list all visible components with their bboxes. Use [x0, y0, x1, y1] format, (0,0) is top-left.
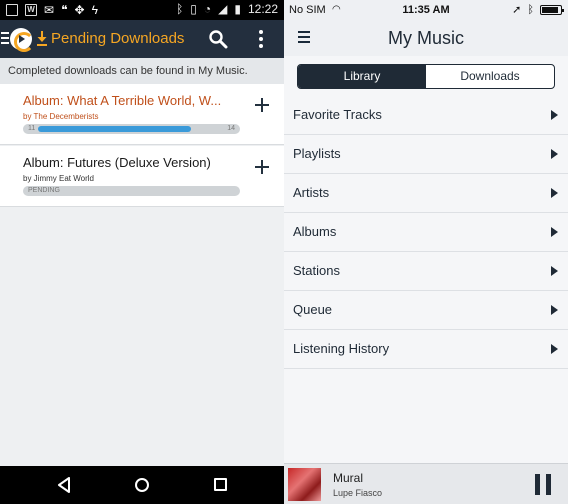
menu-item-label: Queue: [293, 302, 333, 317]
menu-item-label: Playlists: [293, 146, 341, 161]
vibrate-icon: ▯: [190, 2, 197, 16]
download-progress-bar: 11 14: [23, 124, 240, 134]
app-bar: Pending Downloads: [0, 20, 284, 58]
dropbox-icon: ✥: [74, 3, 85, 17]
recents-icon[interactable]: [214, 478, 227, 491]
progress-end-label: 14: [227, 125, 235, 132]
menu-item-favorite-tracks[interactable]: Favorite Tracks: [284, 96, 568, 135]
menu-item-listening-history[interactable]: Listening History: [284, 330, 568, 369]
home-icon[interactable]: [135, 478, 149, 492]
tab-downloads[interactable]: Downloads: [426, 65, 554, 88]
chevron-right-icon: [551, 188, 558, 198]
progress-start-label: 11: [28, 125, 36, 132]
tab-library[interactable]: Library: [298, 65, 426, 88]
menu-item-label: Artists: [293, 185, 330, 200]
chevron-right-icon: [551, 305, 558, 315]
android-status-bar: W ✉ ❝ ✥ ϟ ᛒ ▯ ◔ ◢ ▮ 12:22: [0, 0, 284, 20]
overflow-menu-icon[interactable]: [258, 30, 264, 48]
download-item[interactable]: Album: Futures (Deluxe Version) by Jimmy…: [0, 146, 284, 207]
drawer-icon[interactable]: [1, 32, 9, 47]
chevron-right-icon: [551, 149, 558, 159]
menu-item-playlists[interactable]: Playlists: [284, 135, 568, 174]
segmented-control: Library Downloads: [297, 64, 555, 89]
now-playing-track: Mural: [333, 471, 364, 485]
wifi-icon: ◔: [203, 2, 212, 16]
album-artist: by The Decemberists: [23, 112, 99, 121]
add-icon[interactable]: [255, 160, 269, 174]
download-icon: [37, 31, 47, 46]
hangouts-icon: ❝: [61, 3, 68, 17]
page-title: Pending Downloads: [51, 30, 185, 47]
flash-icon: ϟ: [91, 3, 98, 17]
download-item[interactable]: Album: What A Terrible World, W... by Th…: [0, 84, 284, 145]
info-banner: Completed downloads can be found in My M…: [0, 58, 284, 84]
menu-item-stations[interactable]: Stations: [284, 252, 568, 291]
chevron-right-icon: [551, 266, 558, 276]
progress-fill: [38, 126, 191, 132]
album-artist: by Jimmy Eat World: [23, 174, 94, 183]
w-icon: W: [25, 4, 37, 16]
album-art[interactable]: [288, 468, 321, 501]
library-menu: Favorite Tracks Playlists Artists Albums…: [284, 96, 568, 369]
battery-icon: ▮: [234, 2, 241, 16]
battery-icon: [540, 4, 564, 15]
ios-panel: No SIM ◠ 11:35 AM ➚ ᛒ My Music Library D…: [284, 0, 568, 504]
menu-item-label: Albums: [293, 224, 337, 239]
image-icon: [6, 4, 18, 16]
menu-item-queue[interactable]: Queue: [284, 291, 568, 330]
menu-item-label: Listening History: [293, 341, 390, 356]
pending-status-bar: PENDING: [23, 186, 240, 196]
status-time: 12:22: [247, 2, 278, 16]
ios-status-bar: No SIM ◠ 11:35 AM ➚ ᛒ: [284, 0, 568, 20]
menu-item-label: Stations: [293, 263, 340, 278]
signal-icon: ◢: [218, 2, 228, 16]
menu-item-artists[interactable]: Artists: [284, 174, 568, 213]
amazon-music-logo-icon[interactable]: [10, 28, 34, 52]
ios-header: My Music: [284, 20, 568, 56]
add-icon[interactable]: [255, 98, 269, 112]
android-nav-bar: [0, 466, 284, 504]
album-title: Album: What A Terrible World, W...: [23, 93, 222, 108]
now-playing-bar[interactable]: Mural Lupe Fiasco: [284, 463, 568, 504]
bluetooth-icon: ᛒ: [176, 2, 184, 16]
location-icon: ➚: [512, 4, 522, 16]
pending-label: PENDING: [28, 187, 60, 194]
chevron-right-icon: [551, 110, 558, 120]
menu-item-label: Favorite Tracks: [293, 107, 382, 122]
pause-icon[interactable]: [535, 474, 551, 495]
bluetooth-icon: ᛒ: [527, 3, 534, 16]
menu-item-albums[interactable]: Albums: [284, 213, 568, 252]
search-icon[interactable]: [208, 29, 228, 49]
page-title: My Music: [388, 28, 464, 48]
back-icon[interactable]: [57, 477, 71, 493]
chevron-right-icon: [551, 344, 558, 354]
android-panel: W ✉ ❝ ✥ ϟ ᛒ ▯ ◔ ◢ ▮ 12:22 Pending Downlo…: [0, 0, 284, 504]
now-playing-artist: Lupe Fiasco: [333, 488, 383, 498]
album-title: Album: Futures (Deluxe Version): [23, 155, 211, 170]
mail-icon: ✉: [44, 3, 55, 17]
chevron-right-icon: [551, 227, 558, 237]
